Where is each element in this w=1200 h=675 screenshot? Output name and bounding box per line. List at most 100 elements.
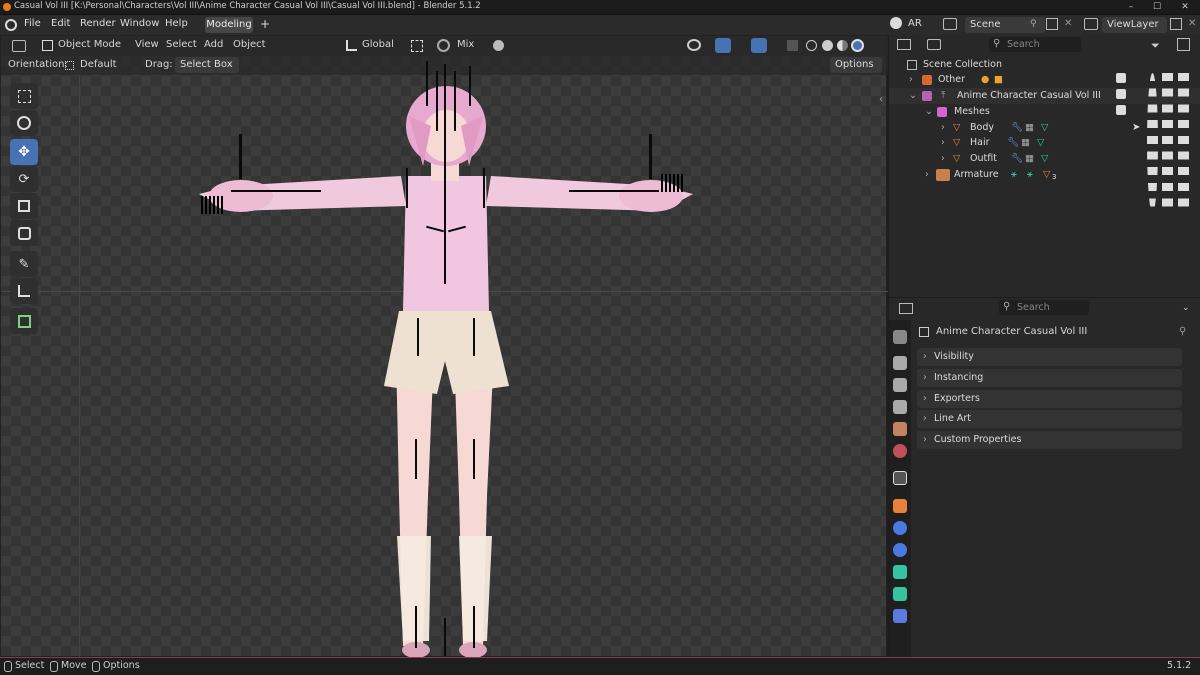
transform-tool[interactable] bbox=[10, 220, 38, 246]
bone-constraint-tab-icon[interactable] bbox=[893, 609, 907, 623]
view-layer-selector[interactable]: ViewLayer bbox=[1102, 17, 1167, 33]
remove-scene-icon[interactable]: ✕ bbox=[1064, 18, 1072, 29]
options-button[interactable]: Options bbox=[830, 57, 882, 73]
menu-add[interactable]: Add bbox=[204, 39, 223, 50]
menu-view[interactable]: View bbox=[135, 39, 159, 50]
tab-modeling[interactable]: Modeling bbox=[205, 17, 253, 33]
sidebar-toggle-icon[interactable]: ‹ bbox=[879, 94, 883, 105]
menu-render[interactable]: Render bbox=[80, 18, 116, 29]
pivot-icon[interactable] bbox=[411, 40, 423, 52]
foot-bone-left[interactable] bbox=[415, 606, 417, 648]
hair-bone[interactable] bbox=[454, 71, 456, 131]
outliner-editor-icon[interactable] bbox=[897, 39, 911, 50]
hair-bone[interactable] bbox=[469, 66, 471, 106]
move-tool[interactable]: ✥ bbox=[10, 139, 38, 165]
exclude-checkbox[interactable] bbox=[1116, 89, 1126, 99]
shading-solid-icon[interactable] bbox=[822, 40, 833, 51]
upper-arm-bone-right[interactable] bbox=[569, 190, 659, 192]
section-custom-properties[interactable]: › Custom Properties bbox=[917, 431, 1182, 449]
collapse-chevron-icon[interactable]: ⌄ bbox=[909, 90, 917, 101]
hair-bone[interactable] bbox=[436, 71, 438, 131]
shoulder-bone-right[interactable] bbox=[483, 168, 485, 208]
new-view-layer-icon[interactable] bbox=[1170, 18, 1182, 30]
collection-tab-icon[interactable] bbox=[893, 471, 907, 485]
collapse-chevron-icon[interactable]: ⌄ bbox=[925, 106, 933, 117]
select-box-tool[interactable] bbox=[10, 83, 38, 109]
menu-file[interactable]: File bbox=[24, 18, 41, 29]
eye-icon-column[interactable] bbox=[1147, 73, 1158, 213]
blender-menu-icon[interactable] bbox=[5, 19, 17, 31]
shading-wireframe-icon[interactable] bbox=[806, 40, 817, 51]
cursor-tool[interactable] bbox=[10, 110, 38, 136]
expand-chevron-icon[interactable]: › bbox=[941, 153, 945, 164]
properties-editor-icon[interactable] bbox=[899, 303, 913, 314]
menu-help[interactable]: Help bbox=[165, 18, 188, 29]
section-line-art[interactable]: › Line Art bbox=[917, 410, 1182, 428]
finger-bones-left[interactable] bbox=[201, 196, 225, 214]
shin-bone-right[interactable] bbox=[473, 439, 475, 479]
add-workspace-button[interactable]: + bbox=[260, 17, 270, 31]
annotate-tool[interactable]: ✎ bbox=[10, 251, 38, 277]
spine-bone[interactable] bbox=[444, 64, 446, 284]
finger-bones-right[interactable] bbox=[661, 174, 685, 192]
thigh-bone-left[interactable] bbox=[417, 318, 419, 356]
forearm-bone-left[interactable] bbox=[239, 134, 242, 179]
orientation-selector[interactable]: Default bbox=[80, 59, 117, 70]
shin-bone-left[interactable] bbox=[415, 439, 417, 479]
section-instancing[interactable]: › Instancing bbox=[917, 369, 1182, 387]
new-scene-icon[interactable] bbox=[1046, 18, 1058, 30]
workspace-code[interactable]: AR bbox=[908, 18, 922, 29]
expand-chevron-icon[interactable]: › bbox=[941, 137, 945, 148]
shading-material-icon[interactable] bbox=[837, 40, 848, 51]
minimize-button[interactable]: – bbox=[1118, 0, 1144, 15]
filter-icon[interactable]: ⏷ bbox=[1151, 39, 1160, 53]
monitor-icon-column[interactable] bbox=[1162, 73, 1173, 213]
menu-object[interactable]: Object bbox=[233, 39, 266, 50]
foot-bone-right[interactable] bbox=[473, 606, 475, 648]
menu-edit[interactable]: Edit bbox=[51, 18, 70, 29]
upper-arm-bone-left[interactable] bbox=[231, 190, 321, 192]
output-tab-icon[interactable] bbox=[893, 378, 907, 392]
menu-select[interactable]: Select bbox=[166, 39, 197, 50]
exclude-checkbox[interactable] bbox=[1116, 73, 1126, 83]
expand-chevron-icon[interactable]: › bbox=[925, 169, 929, 180]
editor-type-icon[interactable] bbox=[12, 40, 26, 52]
snap-target-selector[interactable]: Mix bbox=[457, 39, 474, 50]
scale-tool[interactable] bbox=[10, 193, 38, 219]
render-tab-icon[interactable] bbox=[893, 356, 907, 370]
section-visibility[interactable]: › Visibility bbox=[917, 348, 1182, 366]
pin-icon[interactable]: ⚲ bbox=[1030, 19, 1037, 29]
visibility-icon[interactable] bbox=[687, 39, 701, 51]
root-bone[interactable] bbox=[444, 618, 446, 656]
overlay-toggle-icon[interactable] bbox=[751, 38, 767, 53]
expand-chevron-icon[interactable]: › bbox=[941, 122, 945, 133]
transform-orientation-selector[interactable]: Global bbox=[362, 39, 394, 50]
armature-data-tab-icon[interactable] bbox=[893, 565, 907, 579]
expand-chevron-icon[interactable]: › bbox=[909, 74, 913, 85]
proportional-edit-icon[interactable] bbox=[493, 40, 504, 51]
constraints-tab-icon[interactable] bbox=[893, 543, 907, 557]
new-collection-icon[interactable] bbox=[1177, 38, 1190, 51]
add-cube-tool[interactable] bbox=[10, 308, 38, 334]
hair-bone[interactable] bbox=[426, 61, 428, 106]
3d-viewport[interactable]: Object Mode View Select Add Object Globa… bbox=[0, 35, 888, 658]
exclude-checkbox[interactable] bbox=[1116, 105, 1126, 115]
shading-rendered-icon[interactable] bbox=[851, 39, 864, 52]
rotate-tool[interactable]: ⟳ bbox=[10, 166, 38, 192]
selectable-icon-column[interactable]: ➤ bbox=[1132, 72, 1142, 212]
thigh-bone-right[interactable] bbox=[473, 318, 475, 356]
character-model[interactable] bbox=[191, 56, 701, 658]
outliner-search-input[interactable]: ⚲ Search bbox=[989, 37, 1081, 52]
bone-tab-icon[interactable] bbox=[893, 587, 907, 601]
camera-icon-column[interactable] bbox=[1178, 73, 1189, 213]
pin-icon[interactable]: ⚲ bbox=[1179, 326, 1186, 337]
world-tab-icon[interactable] bbox=[893, 444, 907, 458]
remove-view-layer-icon[interactable]: ✕ bbox=[1188, 18, 1196, 29]
forearm-bone-right[interactable] bbox=[649, 134, 652, 179]
measure-tool[interactable] bbox=[10, 278, 38, 304]
mode-selector[interactable]: Object Mode bbox=[58, 39, 121, 50]
xray-toggle-icon[interactable] bbox=[787, 40, 798, 51]
outliner-row-scene-collection[interactable]: Scene Collection bbox=[889, 57, 1200, 73]
gizmo-toggle-icon[interactable] bbox=[715, 38, 731, 53]
close-button[interactable]: ✕ bbox=[1172, 0, 1198, 15]
